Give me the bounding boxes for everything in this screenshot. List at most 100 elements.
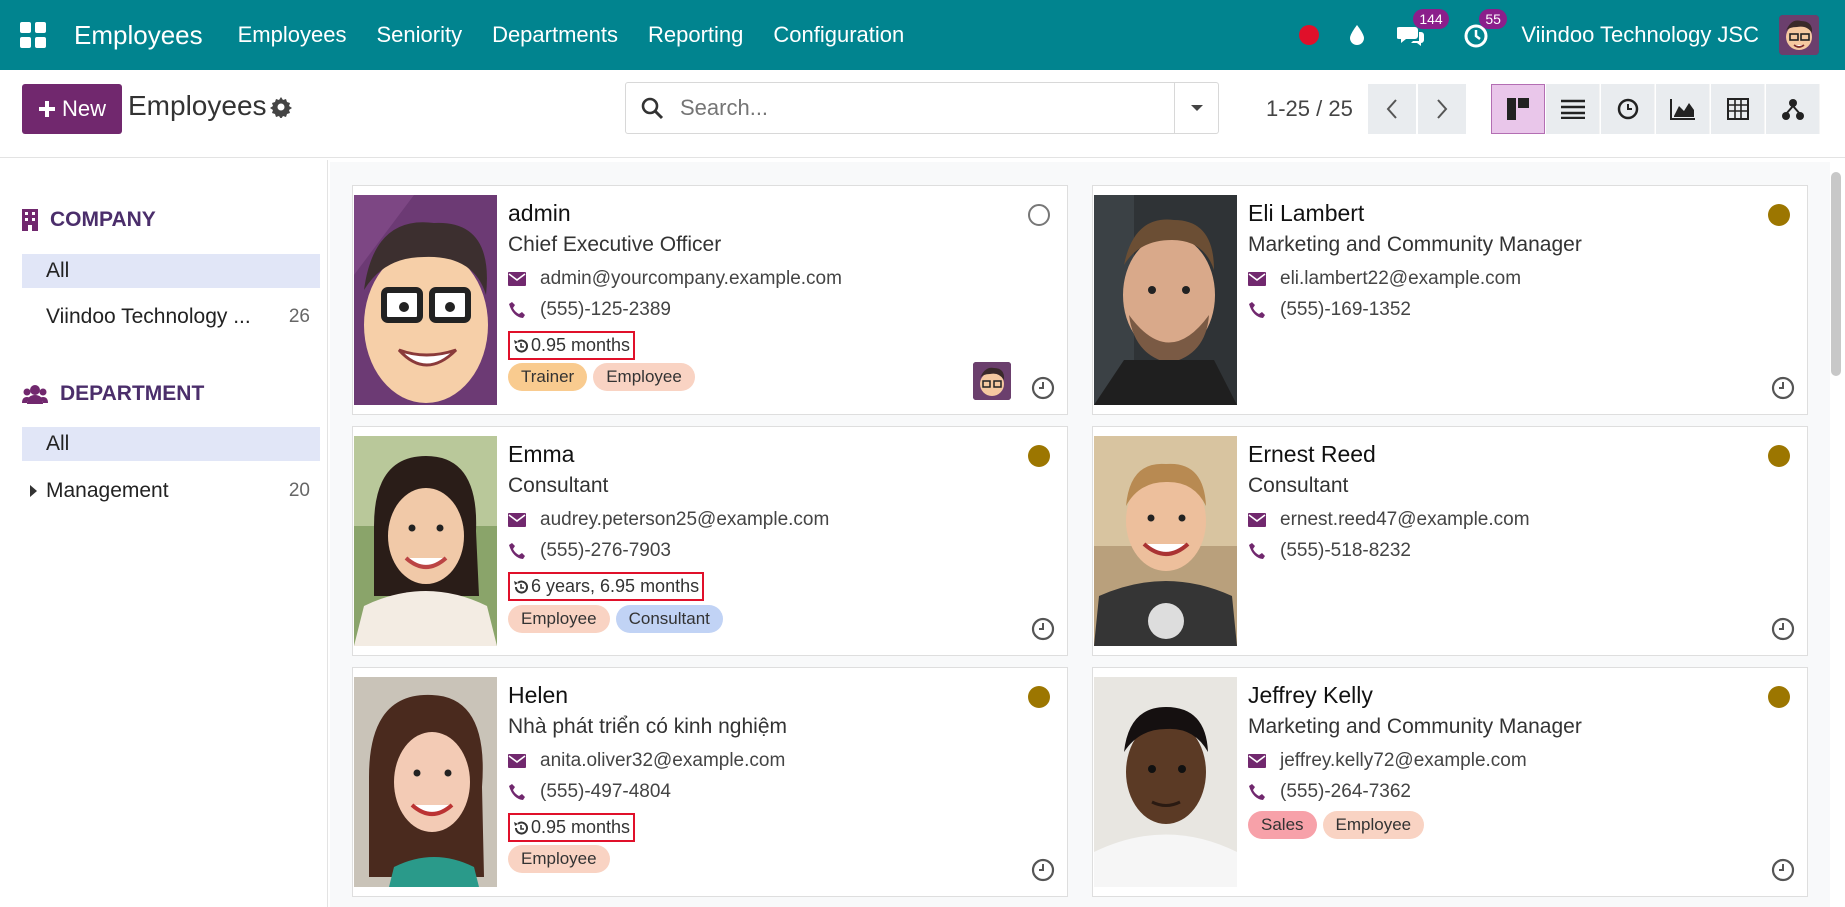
pager-previous[interactable]: [1368, 84, 1416, 134]
employee-card[interactable]: Eli Lambert Marketing and Community Mana…: [1092, 185, 1808, 415]
employee-phone[interactable]: (555)-169-1352: [1248, 299, 1411, 321]
department-filter-all[interactable]: All: [22, 427, 320, 461]
phone-icon: [509, 543, 525, 559]
employee-phone[interactable]: (555)-276-7903: [508, 540, 671, 562]
employee-card[interactable]: Emma Consultant audrey.peterson25@exampl…: [352, 426, 1068, 656]
control-panel: New Employees 1-25 / 25: [0, 70, 1845, 158]
app-title[interactable]: Employees: [74, 20, 203, 51]
scrollbar-thumb[interactable]: [1831, 172, 1841, 376]
activity-clock-icon[interactable]: [1771, 617, 1795, 641]
presence-status-icon: [1028, 445, 1050, 467]
view-graph[interactable]: [1656, 84, 1710, 134]
tag: Consultant: [615, 605, 723, 633]
employee-phone[interactable]: (555)-497-4804: [508, 781, 671, 803]
employee-email[interactable]: jeffrey.kelly72@example.com: [1248, 750, 1527, 772]
presence-status-icon: [1768, 445, 1790, 467]
activity-clock-icon[interactable]: [1031, 858, 1055, 882]
employee-phone-text: (555)-264-7362: [1280, 781, 1411, 802]
gear-icon[interactable]: [270, 96, 292, 119]
menu-reporting[interactable]: Reporting: [633, 22, 758, 48]
employee-seniority-text: 6 years, 6.95 months: [531, 576, 700, 596]
tag: Trainer: [508, 363, 588, 391]
history-icon: [514, 339, 528, 353]
menu-configuration[interactable]: Configuration: [758, 22, 919, 48]
building-icon: [22, 209, 38, 231]
pager-next[interactable]: [1418, 84, 1466, 134]
view-hierarchy[interactable]: [1766, 84, 1820, 134]
employee-phone-text: (555)-497-4804: [540, 781, 671, 802]
caret-right-icon[interactable]: [30, 485, 37, 497]
search-options-toggle[interactable]: [1174, 83, 1218, 133]
pager-value[interactable]: 1-25 / 25: [1266, 96, 1353, 122]
presence-status-icon: [1768, 686, 1790, 708]
employee-card[interactable]: Jeffrey Kelly Marketing and Community Ma…: [1092, 667, 1808, 897]
search-input[interactable]: [680, 95, 1160, 121]
department-header: DEPARTMENT: [22, 382, 204, 406]
activity-clock-icon[interactable]: [1031, 617, 1055, 641]
user-avatar[interactable]: [1779, 15, 1819, 55]
employee-card[interactable]: admin Chief Executive Officer admin@your…: [352, 185, 1068, 415]
new-button[interactable]: New: [22, 84, 122, 134]
users-icon: [22, 385, 48, 404]
employee-phone[interactable]: (555)-264-7362: [1248, 781, 1411, 803]
presence-status-icon: [1768, 204, 1790, 226]
envelope-icon: [508, 272, 526, 286]
employee-phone[interactable]: (555)-518-8232: [1248, 540, 1411, 562]
kanban-icon: [1507, 98, 1529, 120]
activity-clock-icon[interactable]: [1031, 376, 1055, 400]
company-header: COMPANY: [22, 208, 156, 232]
employee-photo: [1094, 436, 1237, 646]
history-icon: [514, 580, 528, 594]
employee-card[interactable]: Helen Nhà phát triển có kinh nghiệm anit…: [352, 667, 1068, 897]
employee-phone[interactable]: (555)-125-2389: [508, 299, 671, 321]
envelope-icon: [508, 513, 526, 527]
kanban-view: admin Chief Executive Officer admin@your…: [330, 162, 1830, 907]
activity-clock-icon[interactable]: [1771, 858, 1795, 882]
employee-email[interactable]: anita.oliver32@example.com: [508, 750, 785, 772]
employee-photo: [354, 195, 497, 405]
envelope-icon: [1248, 272, 1266, 286]
employee-email-text: ernest.reed47@example.com: [1280, 509, 1530, 530]
company-filter-all[interactable]: All: [22, 254, 320, 288]
tag: Employee: [508, 605, 610, 633]
plus-icon: [38, 101, 55, 117]
department-header-label: DEPARTMENT: [60, 382, 205, 405]
user-avatar: [973, 362, 1011, 400]
employee-card[interactable]: Ernest Reed Consultant ernest.reed47@exa…: [1092, 426, 1808, 656]
employee-name: Helen: [508, 682, 569, 708]
view-activity[interactable]: [1601, 84, 1655, 134]
app-grid-icon[interactable]: [20, 22, 46, 48]
employee-email[interactable]: admin@yourcompany.example.com: [508, 268, 842, 290]
company-filter-viindoo[interactable]: Viindoo Technology ... 26: [22, 300, 320, 334]
menu-employees[interactable]: Employees: [223, 22, 362, 48]
company-header-label: COMPANY: [50, 208, 156, 231]
employee-photo: [354, 436, 497, 646]
employee-name: Eli Lambert: [1248, 200, 1365, 226]
activity-clock-icon[interactable]: [1771, 376, 1795, 400]
envelope-icon: [1248, 754, 1266, 768]
activity-clock-icon[interactable]: 55: [1463, 9, 1507, 48]
menu-departments[interactable]: Departments: [477, 22, 633, 48]
company-switcher[interactable]: Viindoo Technology JSC: [1521, 22, 1759, 48]
record-icon[interactable]: [1297, 23, 1321, 47]
messages-icon[interactable]: 144: [1396, 9, 1449, 47]
employee-tags: Trainer Employee: [508, 363, 695, 391]
employee-tags: Employee Consultant: [508, 605, 723, 633]
employee-phone-text: (555)-276-7903: [540, 540, 671, 561]
department-filter-management[interactable]: Management 20: [22, 474, 320, 508]
droplet-icon[interactable]: [1345, 23, 1369, 47]
new-button-label: New: [61, 96, 106, 121]
view-list[interactable]: [1546, 84, 1600, 134]
view-kanban[interactable]: [1491, 84, 1545, 134]
employee-email[interactable]: eli.lambert22@example.com: [1248, 268, 1521, 290]
employee-email[interactable]: ernest.reed47@example.com: [1248, 509, 1530, 531]
presence-status-icon: [1028, 204, 1050, 226]
employee-seniority: 6 years, 6.95 months: [508, 572, 705, 601]
search-panel: COMPANY All Viindoo Technology ... 26 DE…: [0, 160, 328, 907]
employee-seniority: 0.95 months: [508, 331, 636, 360]
menu-seniority[interactable]: Seniority: [361, 22, 477, 48]
employee-email[interactable]: audrey.peterson25@example.com: [508, 509, 829, 531]
department-filter-management-count: 20: [288, 480, 310, 501]
view-pivot[interactable]: [1711, 84, 1765, 134]
history-icon: [514, 821, 528, 835]
